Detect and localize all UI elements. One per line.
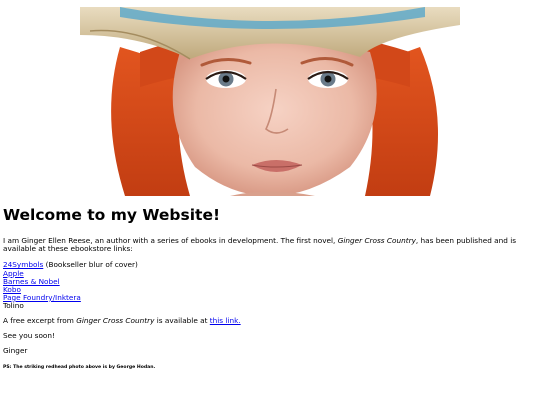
intro-paragraph: I am Ginger Ellen Reese, an author with …	[3, 236, 533, 253]
excerpt-novel-title: Ginger Cross Country	[76, 315, 155, 325]
list-item: Apple	[3, 269, 533, 278]
signature: Ginger	[3, 346, 28, 356]
ebookstore-list: 24Symbols (Bookseller blur of cover) App…	[3, 261, 533, 310]
photo-credit: PS: The striking redhead photo above is …	[3, 364, 156, 370]
page-title: Welcome to my Website!	[3, 206, 221, 224]
excerpt-paragraph: A free excerpt from Ginger Cross Country…	[3, 315, 533, 325]
list-item: Kobo	[3, 285, 533, 294]
list-item: Barnes & Nobel	[3, 277, 533, 286]
list-item: Tolino	[3, 300, 533, 310]
excerpt-text-start: A free excerpt from	[3, 315, 77, 325]
store-tolino: Tolino	[3, 300, 24, 310]
excerpt-link[interactable]: this link.	[210, 316, 241, 325]
see-you-text: See you soon!	[3, 331, 55, 341]
novel-title: Ginger Cross Country	[337, 236, 416, 245]
list-item: Page Foundry/Inktera	[3, 293, 533, 302]
hero-photo-illustration	[80, 7, 460, 196]
main-content: Welcome to my Website! I am Ginger Ellen…	[3, 206, 533, 371]
excerpt-text-mid: is available at	[154, 315, 210, 325]
hero-photo	[80, 7, 460, 196]
store-note: (Bookseller blur of cover)	[43, 260, 138, 270]
list-item: 24Symbols (Bookseller blur of cover)	[3, 261, 533, 269]
